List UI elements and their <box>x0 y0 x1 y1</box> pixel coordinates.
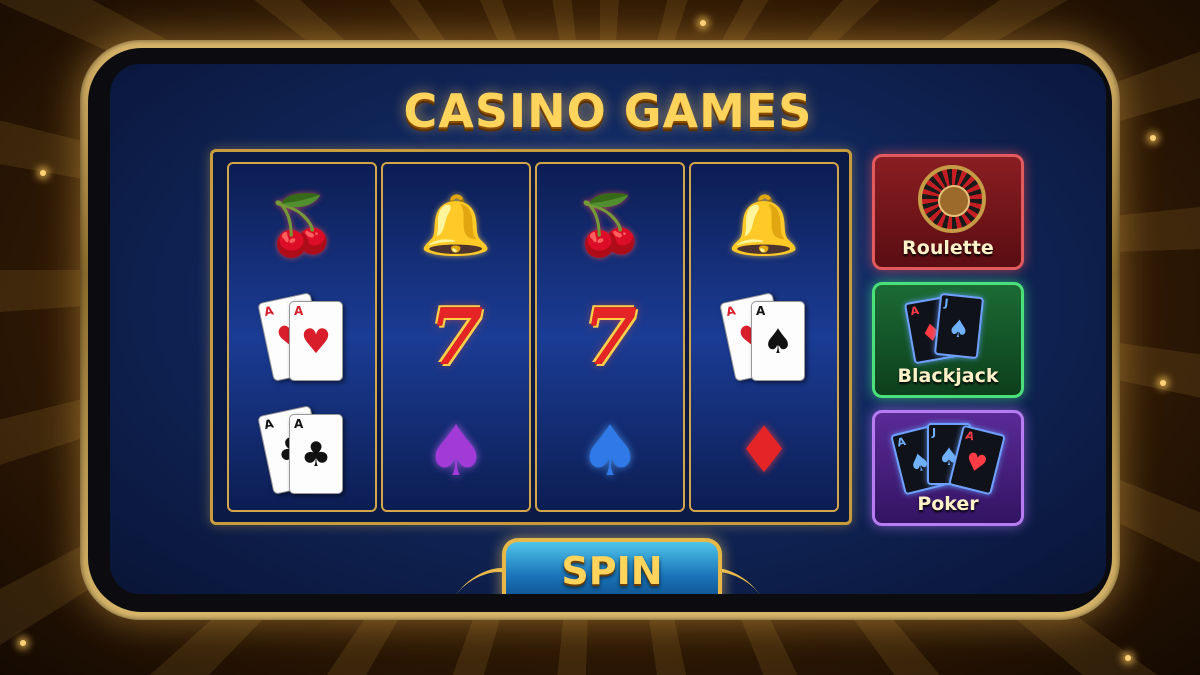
reel-1: 🍒 A♥A♥ A♣A♣ <box>227 162 377 512</box>
playing-cards-hearts-icon: A♥A♥ <box>257 292 347 382</box>
lucky-seven-icon: 7 <box>428 292 484 383</box>
reel-2: 🔔 7 ♠ <box>381 162 531 512</box>
sparkle <box>40 170 46 176</box>
poker-label: Poker <box>917 493 979 515</box>
reel-cell: 🔔 <box>383 169 529 281</box>
poker-game-button[interactable]: A ♠ J ♠ A ♥ Poker <box>872 410 1024 526</box>
playing-cards-spades-icon: A♥A♠ <box>719 292 809 382</box>
sparkle <box>1160 380 1166 386</box>
sparkle <box>1150 135 1156 141</box>
reel-cell: 🍒 <box>229 169 375 281</box>
reel-4: 🔔 A♥A♠ ♦ <box>689 162 839 512</box>
reel-cell: ♠ <box>383 395 529 507</box>
lucky-seven-icon: 7 <box>582 292 638 383</box>
sparkle <box>20 640 26 646</box>
bell-icon: 🔔 <box>727 191 801 259</box>
playing-card: A♣ <box>289 414 343 494</box>
bell-icon: 🔔 <box>419 191 493 259</box>
roulette-game-button[interactable]: Roulette <box>872 154 1024 270</box>
slot-reels: 🍒A♥A♥A♣A♣🔔7♠🍒7♠🔔A♥A♠♦ <box>210 149 852 525</box>
cherry-icon: 🍒 <box>573 191 647 259</box>
spin-button[interactable]: SPIN <box>502 538 722 594</box>
roulette-wheel-icon <box>918 165 986 233</box>
reel-cell: 🍒 <box>537 169 683 281</box>
reel-cell: 7 <box>383 282 529 394</box>
cherry-icon: 🍒 <box>265 191 339 259</box>
reel-cell: 7 <box>537 282 683 394</box>
reel-cell: A♣A♣ <box>229 395 375 507</box>
blackjack-cards-icon: A ♦ J ♠ <box>903 291 999 365</box>
playing-card: A♥ <box>289 301 343 381</box>
blackjack-label: Blackjack <box>897 365 999 387</box>
reel-cell: ♦ <box>691 395 837 507</box>
reel-3: 🍒 7 ♠ <box>535 162 685 512</box>
blackjack-game-button[interactable]: A ♦ J ♠ Blackjack <box>872 282 1024 398</box>
spade-purple-icon: ♠ <box>424 410 488 492</box>
page-title: CASINO GAMES <box>403 84 813 138</box>
sparkle <box>700 20 706 26</box>
reel-cell: A♥A♠ <box>691 282 837 394</box>
sparkle <box>1125 655 1131 661</box>
spin-control: SPIN <box>452 538 764 594</box>
reel-cell: 🔔 <box>691 169 837 281</box>
reel-cell: ♠ <box>537 395 683 507</box>
poker-cards-icon: A ♠ J ♠ A ♥ <box>890 419 1006 496</box>
playing-card: J ♠ <box>933 292 985 360</box>
diamond-red-icon: ♦ <box>735 414 793 488</box>
playing-card: A ♠ <box>751 301 805 381</box>
playing-cards-clubs-icon: A♣A♣ <box>257 405 347 495</box>
game-screen: CASINO GAMES 🍒A♥A♥A♣A♣🔔7♠🍒7♠🔔A♥A♠♦ Roule… <box>110 64 1106 594</box>
roulette-label: Roulette <box>902 237 994 259</box>
spade-blue-icon: ♠ <box>578 410 642 492</box>
reel-cell: A♥A♥ <box>229 282 375 394</box>
